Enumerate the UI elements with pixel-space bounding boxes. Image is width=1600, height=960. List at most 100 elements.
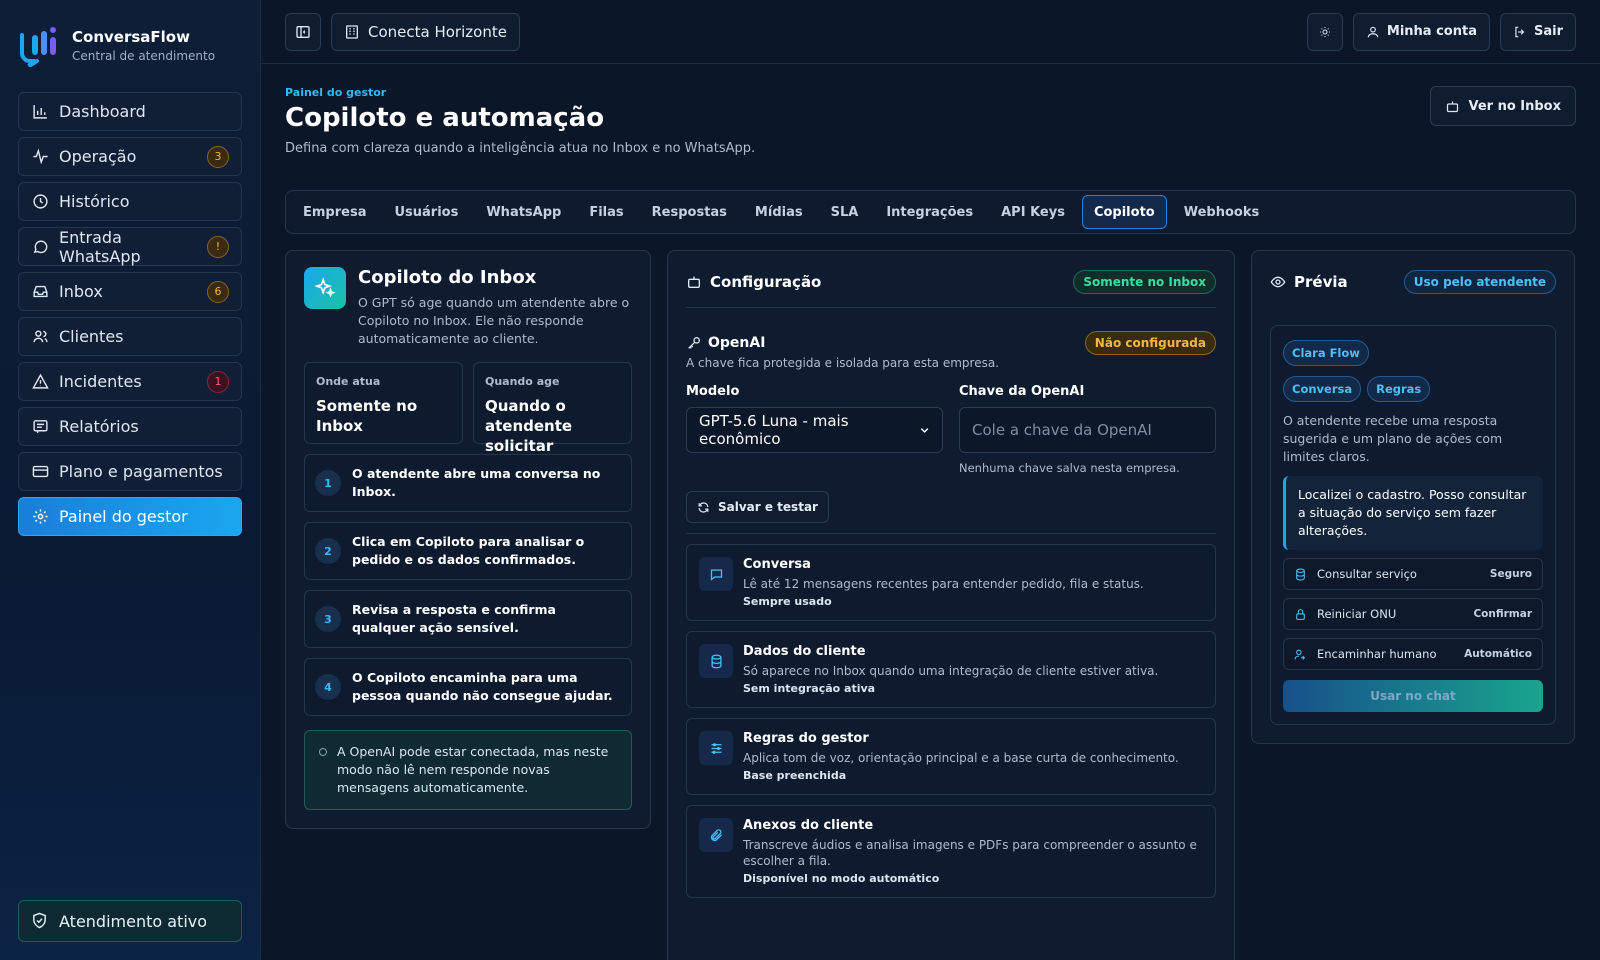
theme-toggle-button[interactable] xyxy=(1306,12,1343,51)
feature-dados-cliente: Dados do cliente Só aparece no Inbox qua… xyxy=(686,631,1216,708)
openai-mode-note: A OpenAI pode estar conectada, mas neste… xyxy=(304,730,632,810)
workspace-name: Conecta Horizonte xyxy=(368,22,507,41)
sidebar-item-label: Plano e pagamentos xyxy=(59,462,223,481)
info-dot-icon xyxy=(319,748,327,756)
feature-description: Aplica tom de voz, orientação principal … xyxy=(743,751,1179,765)
inbox-copilot-description: O GPT só age quando um atendente abre o … xyxy=(358,295,630,346)
step-item: 1 O atendente abre uma conversa no Inbox… xyxy=(304,454,632,512)
tab-integracoes[interactable]: Integrações xyxy=(875,195,984,229)
page-header: Painel do gestor Copiloto e automação De… xyxy=(285,86,1576,190)
action-label: Reiniciar ONU xyxy=(1317,607,1397,621)
attendance-status[interactable]: Atendimento ativo xyxy=(18,900,242,942)
page-title: Copiloto e automação xyxy=(285,103,605,133)
tab-sla[interactable]: SLA xyxy=(820,195,870,229)
feature-title: Anexos do cliente xyxy=(743,818,874,833)
workspace-selector[interactable]: Conecta Horizonte xyxy=(331,12,520,51)
my-account-label: Minha conta xyxy=(1386,24,1477,39)
api-key-label: Chave da OpenAI xyxy=(959,384,1085,399)
tab-filas[interactable]: Filas xyxy=(578,195,634,229)
action-label: Consultar serviço xyxy=(1317,567,1417,581)
action-tag: Automático xyxy=(1464,648,1532,660)
note-text: A OpenAI pode estar conectada, mas neste… xyxy=(337,744,609,795)
preview-title: Prévia xyxy=(1294,273,1348,291)
eye-icon xyxy=(1270,276,1286,288)
openai-fields: Modelo GPT-5.6 Luna - mais econômico Cha… xyxy=(686,384,1216,475)
model-select[interactable]: GPT-5.6 Luna - mais econômico xyxy=(686,407,943,453)
sparkle-icon xyxy=(304,267,346,309)
tag-conversa: Conversa xyxy=(1283,376,1362,402)
sidebar-item-operacao[interactable]: Operação 3 xyxy=(18,137,242,176)
configuration-title: Configuração xyxy=(710,273,822,291)
view-in-inbox-label: Ver no Inbox xyxy=(1468,98,1561,114)
sidebar-item-inbox[interactable]: Inbox 6 xyxy=(18,272,242,311)
warning-icon xyxy=(31,373,49,391)
action-consultar-servico[interactable]: Consultar serviço Seguro xyxy=(1283,558,1543,590)
sliders-icon xyxy=(699,731,733,765)
tab-webhooks[interactable]: Webhooks xyxy=(1173,195,1271,229)
count-badge: 6 xyxy=(207,280,229,303)
feature-title: Conversa xyxy=(743,557,811,572)
action-reiniciar-onu[interactable]: Reiniciar ONU Confirmar xyxy=(1283,598,1543,630)
model-label: Modelo xyxy=(686,384,740,399)
building-icon xyxy=(346,24,358,39)
sidebar-item-painel-gestor[interactable]: Painel do gestor xyxy=(18,497,242,536)
step-number: 3 xyxy=(315,606,341,632)
refresh-icon xyxy=(698,501,709,513)
paperclip-icon xyxy=(699,818,733,852)
sidebar-item-label: Histórico xyxy=(59,192,130,211)
mode-badge: Somente no Inbox xyxy=(1073,270,1216,294)
view-in-inbox-button[interactable]: Ver no Inbox xyxy=(1430,86,1576,126)
tab-copiloto[interactable]: Copiloto xyxy=(1081,195,1167,229)
sidebar-item-label: Painel do gestor xyxy=(59,507,188,526)
save-and-test-button[interactable]: Salvar e testar xyxy=(686,491,829,523)
robot-icon xyxy=(1447,101,1459,112)
preview-description: O atendente recebe uma resposta sugerida… xyxy=(1283,413,1503,464)
inbox-copilot-header: Copiloto do Inbox O GPT só age quando um… xyxy=(304,267,632,348)
tab-api-keys[interactable]: API Keys xyxy=(990,195,1076,229)
action-encaminhar-humano[interactable]: Encaminhar humano Automático xyxy=(1283,638,1543,670)
tab-whatsapp[interactable]: WhatsApp xyxy=(475,195,572,229)
brand-name: ConversaFlow xyxy=(72,27,190,46)
my-account-button[interactable]: Minha conta xyxy=(1352,12,1490,51)
tab-midias[interactable]: Mídias xyxy=(744,195,814,229)
topbar: Conecta Horizonte Minha conta Sair xyxy=(261,0,1600,64)
sidebar-item-clientes[interactable]: Clientes xyxy=(18,317,242,356)
feature-status: Base preenchida xyxy=(743,769,847,782)
settings-tabs: Empresa Usuários WhatsApp Filas Resposta… xyxy=(285,190,1576,234)
chat-bubble-icon xyxy=(699,557,733,591)
breadcrumb: Painel do gestor xyxy=(285,86,387,99)
step-number: 1 xyxy=(315,470,341,496)
sidebar-item-relatorios[interactable]: Relatórios xyxy=(18,407,242,446)
api-key-hint: Nenhuma chave salva nesta empresa. xyxy=(959,461,1180,475)
tab-empresa[interactable]: Empresa xyxy=(292,195,377,229)
logout-button[interactable]: Sair xyxy=(1499,12,1576,51)
tab-respostas[interactable]: Respostas xyxy=(641,195,738,229)
sidebar-item-dashboard[interactable]: Dashboard xyxy=(18,92,242,131)
model-field: Modelo GPT-5.6 Luna - mais econômico xyxy=(686,384,943,475)
suggested-reply: Localizei o cadastro. Posso consultar a … xyxy=(1283,476,1543,550)
tab-usuarios[interactable]: Usuários xyxy=(383,195,469,229)
sidebar-item-incidentes[interactable]: Incidentes 1 xyxy=(18,362,242,401)
divider xyxy=(686,307,1216,308)
context-tags: Conversa Regras xyxy=(1283,376,1543,402)
sidebar-item-historico[interactable]: Histórico xyxy=(18,182,242,221)
feature-regras-gestor: Regras do gestor Aplica tom de voz, orie… xyxy=(686,718,1216,795)
sidebar-item-entrada-whatsapp[interactable]: Entrada WhatsApp ! xyxy=(18,227,242,266)
feature-anexos-cliente: Anexos do cliente Transcreve áudios e an… xyxy=(686,805,1216,898)
feature-description: Lê até 12 mensagens recentes para entend… xyxy=(743,577,1144,591)
api-key-field: Chave da OpenAI Cole a chave da OpenAI N… xyxy=(959,384,1216,475)
feature-status: Disponível no modo automático xyxy=(743,872,940,885)
brand[interactable]: ConversaFlow Central de atendimento xyxy=(18,18,242,72)
when-value: Quando o atendente solicitar xyxy=(485,397,573,455)
sidebar-item-plano-pagamentos[interactable]: Plano e pagamentos xyxy=(18,452,242,491)
model-selected-value: GPT-5.6 Luna - mais econômico xyxy=(699,412,849,448)
openai-header: OpenAI Não configurada xyxy=(686,330,1216,356)
step-number: 4 xyxy=(315,674,341,700)
configuration-header: Configuração Somente no Inbox xyxy=(686,267,1216,297)
api-key-input[interactable]: Cole a chave da OpenAI xyxy=(959,407,1216,453)
action-tag: Confirmar xyxy=(1473,608,1532,620)
use-in-chat-button[interactable]: Usar no chat xyxy=(1283,680,1543,712)
toggle-sidebar-button[interactable] xyxy=(285,12,321,51)
brand-logo xyxy=(20,27,56,67)
chevron-down-icon xyxy=(920,428,929,433)
